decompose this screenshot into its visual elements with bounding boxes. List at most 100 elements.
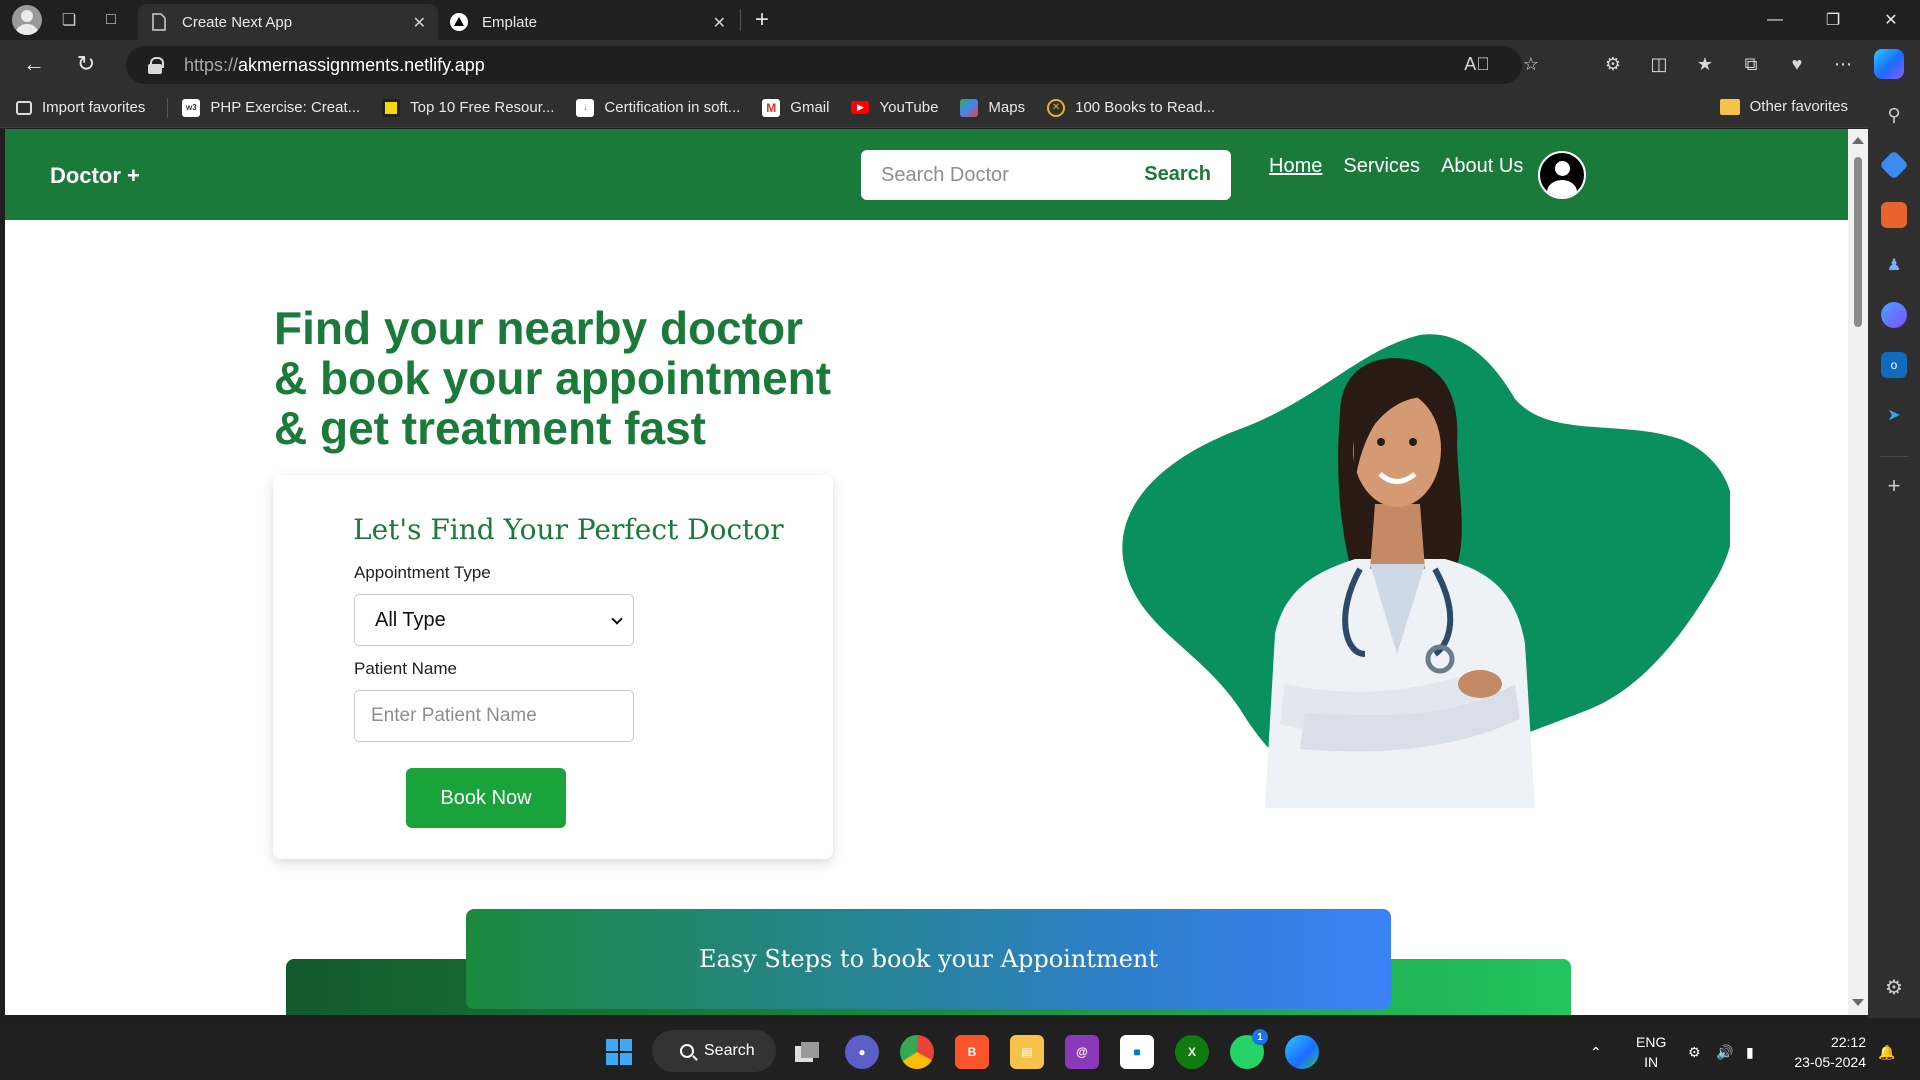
xbox-icon[interactable]: X — [1175, 1035, 1209, 1069]
split-screen-icon[interactable]: ◫ — [1636, 54, 1682, 75]
file-explorer-icon[interactable]: ▤ — [1010, 1035, 1044, 1069]
close-tab-icon[interactable]: ✕ — [713, 13, 726, 33]
whatsapp-icon[interactable]: 1 — [1230, 1029, 1268, 1069]
page-icon — [150, 13, 168, 31]
teams-meet-icon[interactable]: ● — [845, 1035, 879, 1069]
search-button[interactable]: Search — [1144, 163, 1211, 186]
close-tab-icon[interactable]: ✕ — [413, 13, 426, 33]
new-tab-icon[interactable]: + — [755, 6, 769, 34]
books-icon: ✕ — [1047, 98, 1066, 117]
app-purple-icon[interactable]: @ — [1065, 1035, 1099, 1069]
appointment-form-card: Let's Find Your Perfect Doctor Appointme… — [273, 475, 833, 859]
minimize-icon[interactable]: — — [1746, 0, 1804, 40]
url-field[interactable]: https://akmernassignments.netlify.app — [126, 46, 1522, 84]
profile-avatar-icon[interactable] — [12, 5, 42, 35]
bookmark-php-exercise[interactable]: w3 PHP Exercise: Creat... — [182, 98, 360, 117]
chevron-down-icon — [611, 613, 623, 625]
bookmark-other-favorites[interactable]: Other favorites — [1719, 98, 1848, 115]
refresh-icon[interactable]: ↻ — [68, 46, 104, 82]
youtube-icon: ▶ — [851, 101, 870, 114]
collections-icon[interactable]: ⧉ — [1728, 54, 1774, 75]
steps-banner: Easy Steps to book your Appointment — [466, 909, 1391, 1009]
brave-icon[interactable]: B — [955, 1035, 989, 1069]
show-hidden-icons-icon[interactable]: ⌃ — [1590, 1024, 1602, 1080]
bookmark-100-books[interactable]: ✕ 100 Books to Read... — [1047, 98, 1215, 117]
system-clock[interactable]: 22:12 23-05-2024 — [1794, 1032, 1866, 1072]
back-icon[interactable]: ← — [16, 46, 52, 82]
hero-line: & book your appointment — [274, 352, 832, 404]
copilot-sidebar-icon[interactable] — [1881, 302, 1907, 328]
appointment-type-select[interactable]: All Type — [354, 594, 634, 646]
page-viewport: Doctor + Search Home Services About Us F… — [5, 129, 1848, 1015]
tab-title: Emplate — [482, 13, 538, 31]
shopping-tag-icon[interactable] — [1879, 150, 1909, 180]
copilot-icon[interactable] — [1874, 49, 1904, 79]
outlook-icon[interactable]: o — [1881, 352, 1907, 378]
bookmark-maps[interactable]: Maps — [960, 98, 1025, 117]
volume-icon[interactable]: 🔊 — [1716, 1024, 1733, 1080]
bookmark-top-10[interactable]: Top 10 Free Resour... — [382, 98, 554, 117]
wifi-icon[interactable]: ⚙ — [1688, 1024, 1701, 1080]
appointment-type-label: Appointment Type — [354, 563, 491, 582]
tab-create-next-app[interactable]: Create Next App ✕ — [138, 4, 438, 40]
tab-emplate[interactable]: Emplate ✕ — [438, 4, 738, 40]
settings-gear-icon[interactable]: ⚙ — [1881, 974, 1907, 1000]
favorite-star-icon[interactable]: ☆ — [1508, 54, 1554, 75]
read-aloud-icon[interactable]: A⃣ — [1454, 54, 1500, 75]
nav-services[interactable]: Services — [1343, 155, 1420, 178]
language-indicator[interactable]: ENG IN — [1636, 1032, 1666, 1072]
brand-logo[interactable]: Doctor + — [50, 163, 140, 189]
add-icon[interactable]: + — [1881, 473, 1907, 499]
tab-actions-icon[interactable]: □ — [96, 5, 126, 35]
notification-bell-icon[interactable]: 🔔 — [1878, 1024, 1895, 1080]
microsoft-store-icon[interactable]: ■ — [1120, 1035, 1154, 1069]
battery-icon[interactable]: ▮ — [1746, 1024, 1754, 1080]
workspaces-icon[interactable]: ❏ — [54, 5, 84, 35]
scroll-up-arrow-icon[interactable] — [1852, 137, 1864, 144]
site-header: Doctor + Search Home Services About Us — [5, 129, 1848, 220]
document-icon: ↓ — [576, 98, 595, 117]
edge-sidebar: ⚲ ♟ o ➤ + ⚙ — [1868, 88, 1920, 1018]
search-icon — [680, 1044, 694, 1058]
hero-line: Find your nearby doctor — [274, 302, 804, 354]
book-now-button[interactable]: Book Now — [406, 768, 566, 828]
user-avatar-icon[interactable] — [1538, 151, 1586, 199]
windows-taskbar: Search ● B ▤ @ ■ X 1 ⌃ ENG IN ⚙ 🔊 ▮ 22:1… — [0, 1024, 1920, 1080]
browser-tab-bar: ❏ □ Create Next App ✕ Emplate ✕ + — ❐ ✕ — [0, 0, 1920, 40]
restore-icon[interactable]: ❐ — [1804, 0, 1862, 40]
nav-home[interactable]: Home — [1269, 155, 1322, 178]
bookmark-certification[interactable]: ↓ Certification in soft... — [576, 98, 740, 117]
health-icon[interactable]: ♥ — [1774, 54, 1820, 75]
search-icon[interactable]: ⚲ — [1881, 102, 1907, 128]
telegram-icon[interactable]: ➤ — [1881, 402, 1907, 428]
bookmark-import-favorites[interactable]: Import favorites — [16, 99, 145, 116]
bookmark-yellow-icon — [382, 98, 401, 117]
more-menu-icon[interactable]: ⋯ — [1820, 54, 1866, 75]
tab-title: Create Next App — [182, 13, 293, 31]
favorites-icon[interactable]: ★ — [1682, 54, 1728, 75]
lock-icon[interactable] — [148, 57, 164, 74]
main-nav: Home Services About Us — [1269, 155, 1544, 178]
form-title: Let's Find Your Perfect Doctor — [353, 513, 784, 546]
scroll-down-arrow-icon[interactable] — [1852, 999, 1864, 1006]
page-scrollbar[interactable] — [1848, 129, 1868, 1015]
nav-about-us[interactable]: About Us — [1441, 155, 1523, 178]
close-window-icon[interactable]: ✕ — [1862, 0, 1920, 40]
windows-start-icon[interactable] — [602, 1035, 636, 1069]
tools-briefcase-icon[interactable] — [1881, 202, 1907, 228]
sidebar-divider — [1880, 456, 1908, 457]
task-view-icon[interactable] — [790, 1035, 824, 1069]
tab-separator — [740, 9, 741, 31]
games-icon[interactable]: ♟ — [1881, 252, 1907, 278]
taskbar-search[interactable]: Search — [652, 1030, 776, 1072]
folder-icon — [1719, 98, 1740, 115]
scrollbar-thumb[interactable] — [1854, 157, 1862, 327]
extensions-icon[interactable]: ⚙ — [1590, 54, 1636, 75]
chrome-icon[interactable] — [900, 1035, 934, 1069]
doctor-search-input[interactable] — [881, 163, 1131, 187]
bookmark-gmail[interactable]: M Gmail — [762, 98, 829, 117]
patient-name-input[interactable] — [354, 690, 634, 742]
steps-title: Easy Steps to book your Appointment — [699, 945, 1158, 973]
edge-icon[interactable] — [1285, 1035, 1319, 1069]
bookmark-youtube[interactable]: ▶ YouTube — [851, 99, 938, 116]
